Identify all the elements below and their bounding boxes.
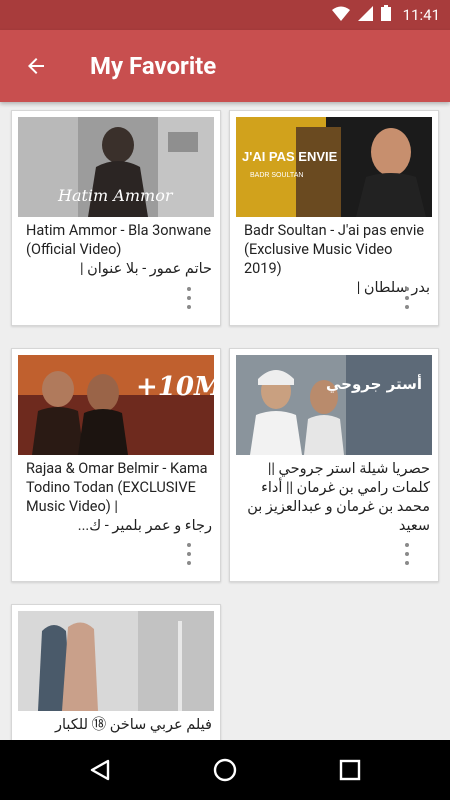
video-title: Rajaa & Omar Belmir - Kama Todino Todan …: [26, 460, 208, 515]
more-vert-icon: [187, 287, 191, 291]
thumbnail-caption: Hatim Ammor: [57, 186, 174, 205]
video-thumbnail[interactable]: Hatim Ammor: [18, 117, 214, 217]
app-bar: My Favorite: [0, 30, 450, 102]
favorites-grid: Hatim Ammor Hatim Ammor - Bla 3onwane (O…: [0, 102, 450, 740]
nav-recents-button[interactable]: [334, 754, 366, 786]
video-card[interactable]: Hatim Ammor Hatim Ammor - Bla 3onwane (O…: [11, 110, 221, 326]
video-card[interactable]: فيلم عربي ساخن ⑱ للكبار: [11, 604, 221, 740]
more-options-button[interactable]: [402, 543, 412, 565]
video-thumbnail[interactable]: +10M: [18, 355, 214, 455]
thumbnail-caption: J'AI PAS ENVIE: [242, 149, 338, 164]
video-title: Badr Soultan - J'ai pas envie (Exclusive…: [244, 222, 425, 277]
video-title: Hatim Ammor - Bla 3onwane (Official Vide…: [26, 222, 212, 258]
video-card[interactable]: J'AI PAS ENVIE BADR SOULTAN Badr Soultan…: [229, 110, 439, 326]
more-options-button[interactable]: [184, 543, 194, 565]
more-vert-icon: [187, 543, 191, 547]
video-card[interactable]: أستر جروحي حصريا شيلة استر جروحي || كلما…: [229, 348, 439, 582]
video-card[interactable]: +10M Rajaa & Omar Belmir - Kama Todino T…: [11, 348, 221, 582]
more-options-button[interactable]: [184, 287, 194, 309]
status-time: 11:41: [402, 6, 440, 24]
video-title: حصريا شيلة استر جروحي || كلمات رامي بن غ…: [247, 460, 430, 534]
arrow-left-icon: [28, 58, 44, 74]
circle-home-icon: [213, 758, 237, 782]
video-title: فيلم عربي ساخن ⑱ للكبار: [54, 716, 212, 733]
triangle-back-icon: [90, 759, 110, 781]
thumbnail-subcaption: BADR SOULTAN: [250, 172, 303, 179]
more-options-button[interactable]: [402, 287, 412, 309]
video-subtitle: حاتم عمور - بلا عنوان |: [79, 260, 212, 277]
battery-icon: [380, 5, 391, 25]
video-thumbnail[interactable]: أستر جروحي: [236, 355, 432, 455]
signal-icon: [357, 5, 373, 25]
navigation-bar: [0, 740, 450, 800]
nav-back-button[interactable]: [84, 754, 116, 786]
page-title: My Favorite: [90, 52, 217, 80]
video-thumbnail[interactable]: [18, 611, 214, 711]
back-button[interactable]: [20, 50, 52, 82]
video-subtitle: رجاء و عمر بلمير - ك...: [77, 517, 212, 534]
wifi-icon: [331, 6, 350, 25]
square-recents-icon: [339, 759, 361, 781]
thumbnail-caption: +10M: [136, 372, 214, 402]
more-vert-icon: [405, 543, 409, 547]
nav-home-button[interactable]: [209, 754, 241, 786]
thumbnail-caption: أستر جروحي: [326, 374, 422, 393]
status-icons: 11:41: [331, 0, 440, 30]
status-bar: 11:41: [0, 0, 450, 30]
video-thumbnail[interactable]: J'AI PAS ENVIE BADR SOULTAN: [236, 117, 432, 217]
more-vert-icon: [405, 287, 409, 291]
